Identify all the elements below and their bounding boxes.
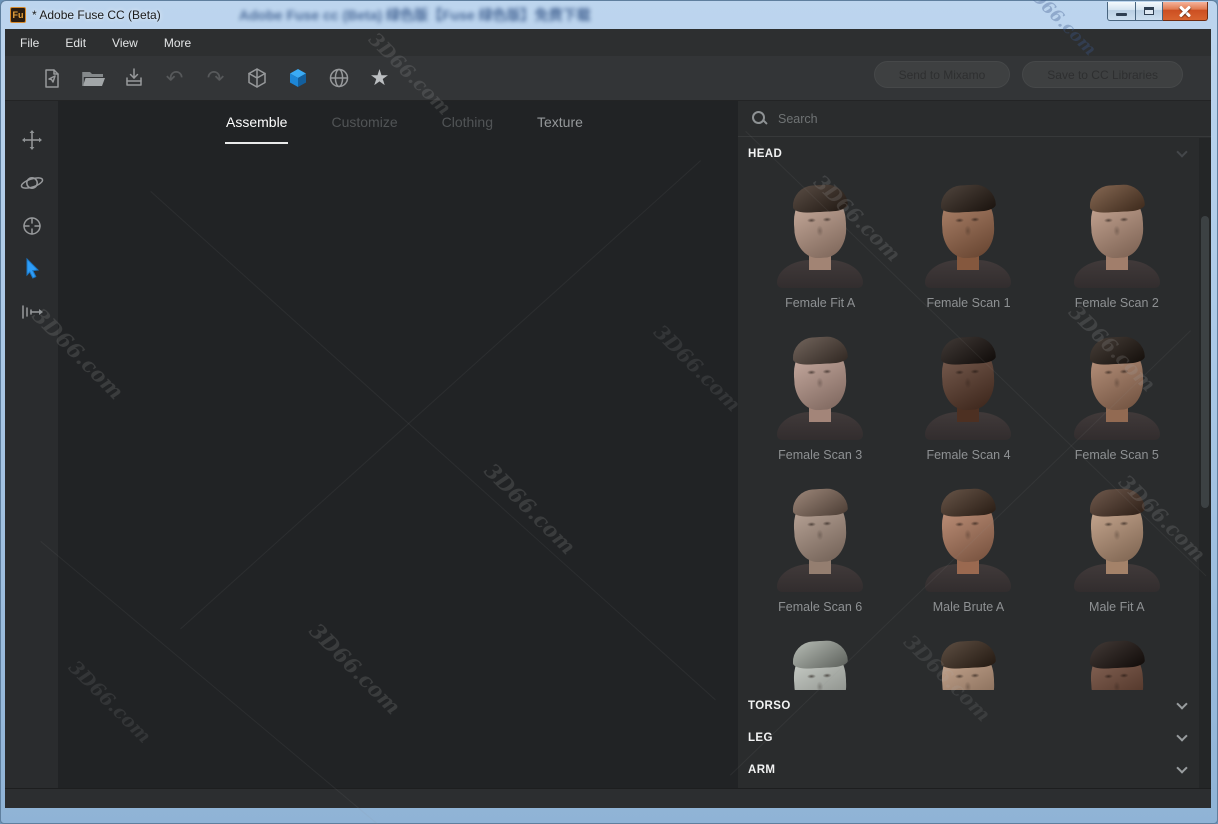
background-window-text: Adobe Fuse cc (Beta) 绿色版【Fuse 绿色版】免费下载 <box>239 5 799 25</box>
undo-button[interactable]: ↶ <box>161 65 188 92</box>
sphere-button[interactable] <box>325 65 352 92</box>
viewport-canvas[interactable]: Assemble Customize Clothing Texture <box>58 101 738 788</box>
sphere-icon <box>327 66 351 90</box>
window-title: * Adobe Fuse CC (Beta) <box>32 8 161 22</box>
move-tool-button[interactable] <box>18 127 46 153</box>
menu-bar: File Edit View More <box>5 29 1211 56</box>
client-area: File Edit View More ↶ <box>5 29 1211 808</box>
new-file-button[interactable] <box>38 65 65 92</box>
chevron-down-icon <box>1176 762 1187 773</box>
send-to-mixamo-button[interactable]: Send to Mixamo <box>874 61 1011 88</box>
asset-thumb-female-scan-1[interactable]: Female Scan 1 <box>894 178 1042 330</box>
section-head[interactable]: HEAD <box>738 138 1199 170</box>
asset-thumb-male-fit-a[interactable]: Male Fit A <box>1043 482 1191 634</box>
head-thumbnails: Female Fit A Female Scan 1 Female Scan 2 <box>738 170 1199 690</box>
header-actions: Send to Mixamo Save to CC Libraries <box>874 61 1183 88</box>
cube-solid-button-active[interactable] <box>284 65 311 92</box>
status-bar <box>5 788 1211 808</box>
asset-thumb-partial-3[interactable] <box>1043 634 1191 690</box>
import-save-icon <box>122 66 146 90</box>
menu-file[interactable]: File <box>20 36 39 50</box>
move-tool-icon <box>20 128 44 152</box>
save-to-cc-libraries-button[interactable]: Save to CC Libraries <box>1022 61 1183 88</box>
pan-zoom-tool-icon <box>19 301 45 323</box>
minimize-icon <box>1116 13 1127 16</box>
maximize-icon <box>1144 7 1154 15</box>
search-bar <box>738 101 1211 137</box>
menu-view[interactable]: View <box>112 36 138 50</box>
chevron-down-icon <box>1176 146 1187 157</box>
asset-thumb-partial-2[interactable] <box>894 634 1042 690</box>
maximize-button[interactable] <box>1136 2 1163 21</box>
scrollbar-thumb[interactable] <box>1201 216 1209 508</box>
menu-edit[interactable]: Edit <box>65 36 86 50</box>
close-icon <box>1179 5 1191 17</box>
import-save-button[interactable] <box>120 65 147 92</box>
asset-thumb-female-scan-3[interactable]: Female Scan 3 <box>746 330 894 482</box>
search-input[interactable] <box>778 112 1158 126</box>
star-icon: ★ <box>370 65 390 91</box>
orbit-tool-icon <box>19 172 45 194</box>
asset-thumb-female-fit-a[interactable]: Female Fit A <box>746 178 894 330</box>
tab-clothing[interactable]: Clothing <box>442 114 493 134</box>
asset-thumb-female-scan-6[interactable]: Female Scan 6 <box>746 482 894 634</box>
tab-assemble[interactable]: Assemble <box>226 114 287 134</box>
close-button[interactable] <box>1163 2 1208 21</box>
app-icon: Fu <box>10 7 26 23</box>
open-folder-button[interactable] <box>79 65 106 92</box>
pan-zoom-tool-button[interactable] <box>18 299 46 325</box>
section-leg[interactable]: LEG <box>738 722 1199 754</box>
cube-wireframe-button[interactable] <box>243 65 270 92</box>
asset-thumb-partial-1[interactable] <box>746 634 894 690</box>
open-folder-icon <box>80 66 106 90</box>
chevron-down-icon <box>1176 730 1187 741</box>
titlebar: Adobe Fuse cc (Beta) 绿色版【Fuse 绿色版】免费下载 F… <box>1 1 1217 29</box>
asset-list: HEAD Female Fit A Female Scan 1 <box>738 138 1199 788</box>
section-arm[interactable]: ARM <box>738 754 1199 786</box>
content-area: Assemble Customize Clothing Texture HEAD <box>5 101 1211 788</box>
assets-panel: HEAD Female Fit A Female Scan 1 <box>738 101 1211 788</box>
chevron-down-icon <box>1176 698 1187 709</box>
section-torso[interactable]: TORSO <box>738 690 1199 722</box>
cursor-icon <box>21 257 43 281</box>
undo-icon: ↶ <box>166 68 184 89</box>
asset-thumb-female-scan-5[interactable]: Female Scan 5 <box>1043 330 1191 482</box>
cube-solid-icon <box>286 66 310 90</box>
tab-texture[interactable]: Texture <box>537 114 583 134</box>
tool-sidebar <box>5 101 58 788</box>
orbit-tool-button[interactable] <box>18 170 46 196</box>
target-tool-button[interactable] <box>18 213 46 239</box>
asset-thumb-female-scan-2[interactable]: Female Scan 2 <box>1043 178 1191 330</box>
target-tool-icon <box>20 214 44 238</box>
redo-button[interactable]: ↷ <box>202 65 229 92</box>
cube-wireframe-icon <box>245 66 269 90</box>
menu-more[interactable]: More <box>164 36 191 50</box>
search-icon <box>752 111 767 126</box>
select-tool-button-active[interactable] <box>18 256 46 282</box>
redo-icon: ↷ <box>207 68 225 89</box>
new-file-icon <box>40 66 64 90</box>
window-frame: Adobe Fuse cc (Beta) 绿色版【Fuse 绿色版】免费下载 F… <box>0 0 1218 824</box>
mode-tabs: Assemble Customize Clothing Texture <box>58 101 738 147</box>
panel-scrollbar[interactable] <box>1199 138 1211 788</box>
minimize-button[interactable] <box>1107 2 1136 21</box>
favorites-button[interactable]: ★ <box>366 65 393 92</box>
tab-customize[interactable]: Customize <box>331 114 397 134</box>
asset-thumb-male-brute-a[interactable]: Male Brute A <box>894 482 1042 634</box>
asset-thumb-female-scan-4[interactable]: Female Scan 4 <box>894 330 1042 482</box>
